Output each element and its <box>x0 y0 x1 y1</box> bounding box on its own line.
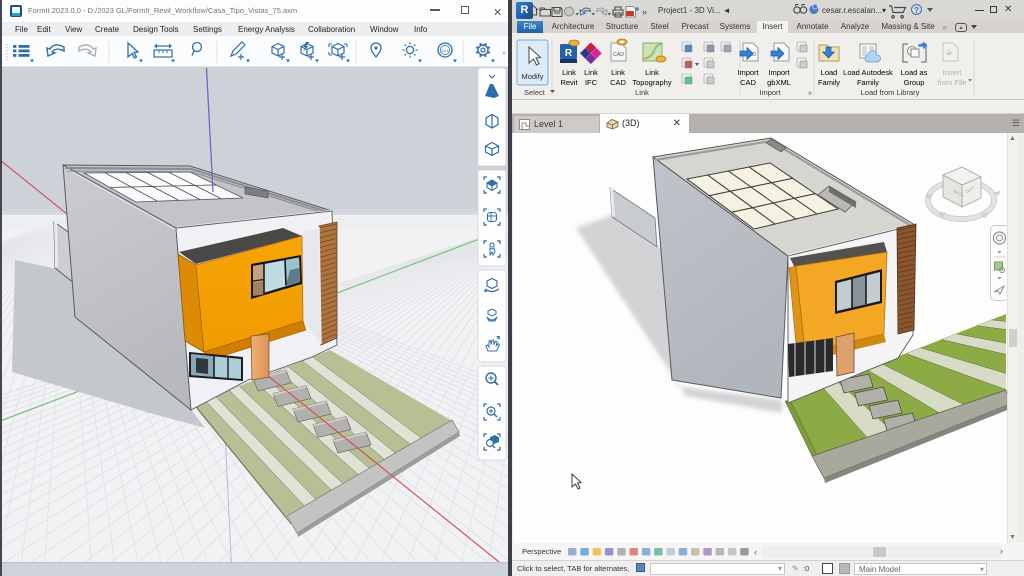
svg-text:Select: Select <box>524 88 546 97</box>
svg-text:Modify: Modify <box>521 72 543 81</box>
svg-text:from File: from File <box>937 78 966 87</box>
svg-text:CAD: CAD <box>610 78 626 87</box>
svg-text:Import: Import <box>737 68 759 77</box>
svg-text:»: » <box>642 7 647 17</box>
svg-text:Import: Import <box>759 88 781 97</box>
svg-text:Link: Link <box>611 68 625 77</box>
svg-text:IFC: IFC <box>585 78 598 87</box>
svg-text:Family: Family <box>857 78 879 87</box>
svg-text:Import: Import <box>768 68 790 77</box>
svg-text:Link: Link <box>584 68 598 77</box>
svg-text:19.1: 19.1 <box>441 48 450 53</box>
svg-text:gbXML: gbXML <box>767 78 791 87</box>
svg-text:Load as: Load as <box>901 68 928 77</box>
svg-text:Group: Group <box>904 78 925 87</box>
svg-text:Topography: Topography <box>632 78 671 87</box>
svg-text:‹: ‹ <box>754 547 757 557</box>
svg-text:Link: Link <box>645 68 659 77</box>
svg-text:CAD: CAD <box>613 52 624 58</box>
svg-text:Family: Family <box>818 78 840 87</box>
svg-text:R: R <box>565 48 573 59</box>
svg-text:Link: Link <box>635 88 649 97</box>
svg-text:Insert: Insert <box>943 68 963 77</box>
svg-text:Load Autodesk: Load Autodesk <box>843 68 893 77</box>
svg-text:Load: Load <box>821 68 838 77</box>
svg-text:»: » <box>502 48 506 57</box>
svg-text:Revit: Revit <box>560 78 578 87</box>
svg-text:Load from Library: Load from Library <box>861 88 920 97</box>
svg-text:CAD: CAD <box>740 78 756 87</box>
svg-text:»: » <box>808 90 812 97</box>
svg-text:Link: Link <box>562 68 576 77</box>
